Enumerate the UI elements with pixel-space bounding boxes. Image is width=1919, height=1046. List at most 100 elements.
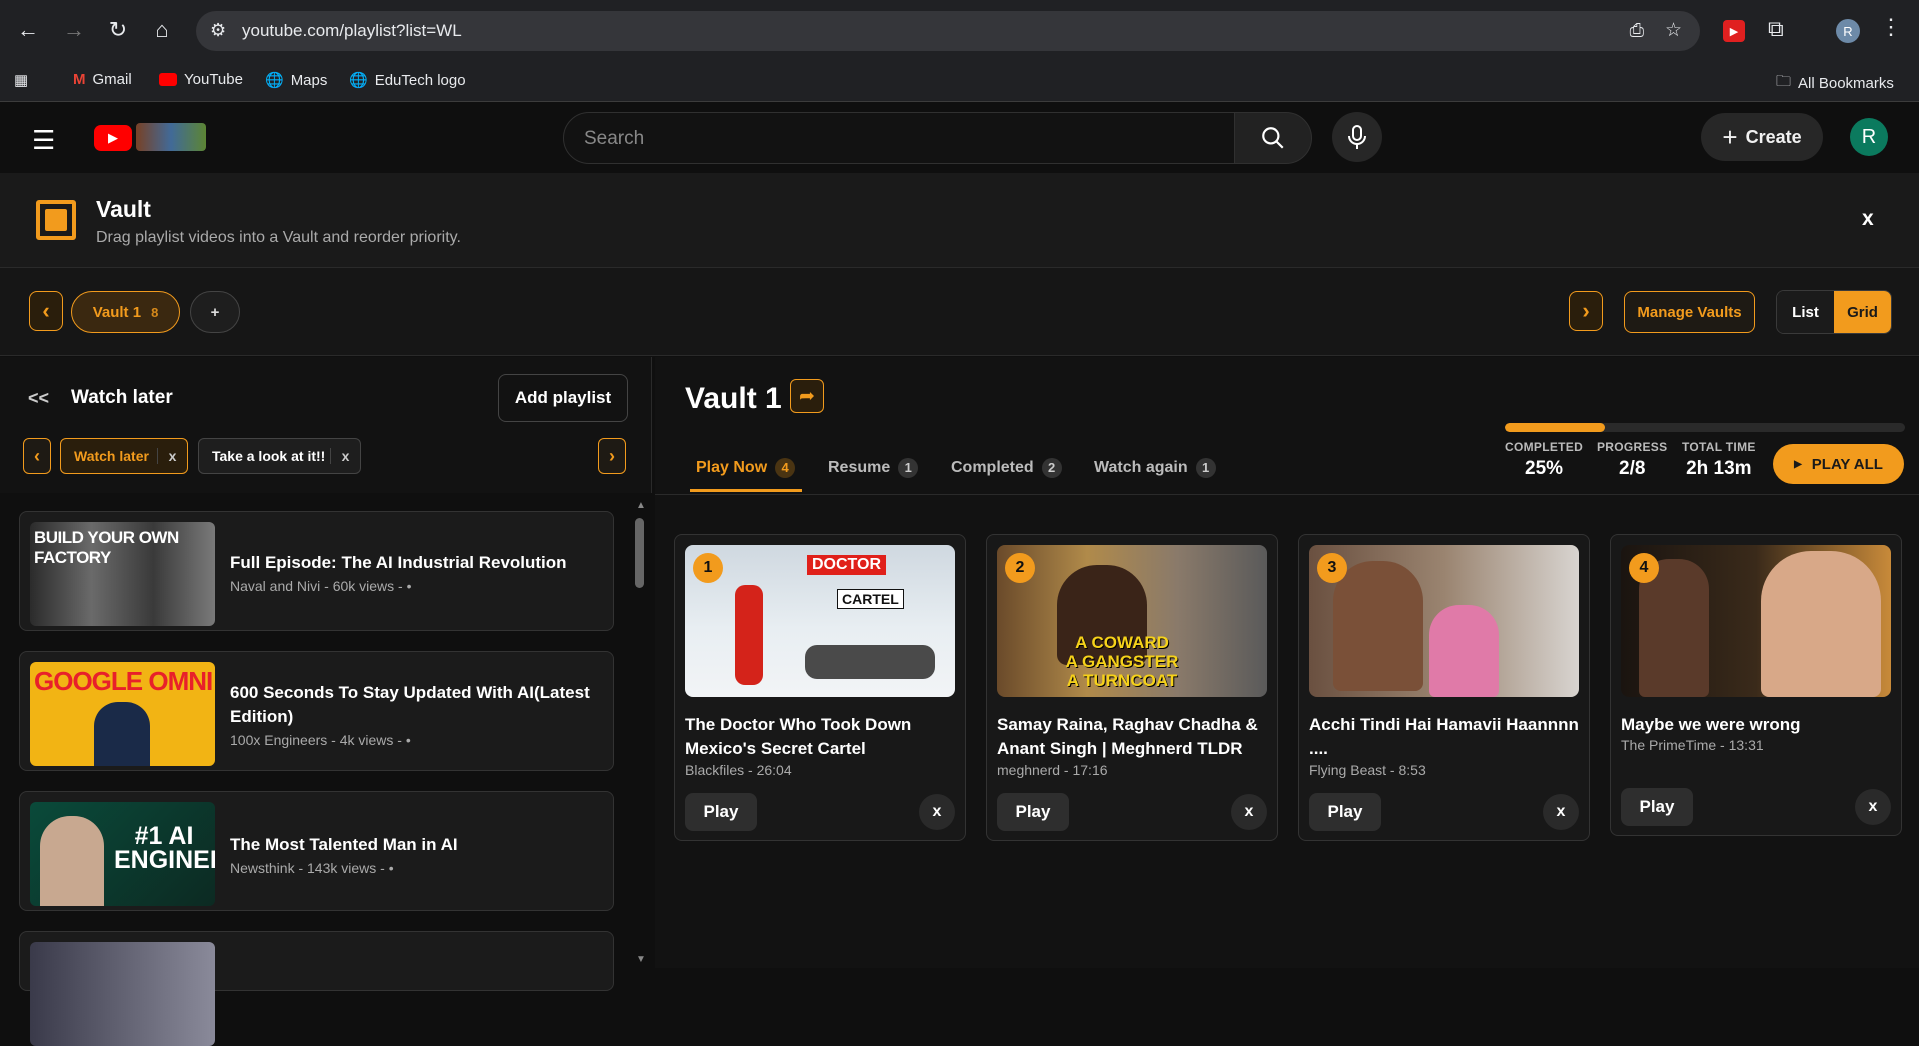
install-app-icon[interactable]: ⎙: [1630, 20, 1644, 41]
scroll-down-icon[interactable]: ▼: [636, 954, 646, 965]
manage-vaults-button[interactable]: Manage Vaults: [1624, 291, 1755, 333]
vault-card[interactable]: 3 Acchi Tindi Hai Hamavii Haannnn .... F…: [1298, 534, 1590, 841]
video-thumbnail: BUILD YOUR OWN FACTORY: [30, 522, 215, 626]
tab-completed[interactable]: Completed 2: [951, 458, 1062, 478]
youtube-header: ☰ ▶ Search + Create R: [0, 103, 1919, 173]
apps-grid-icon[interactable]: ▦: [14, 71, 28, 89]
forward-icon[interactable]: →: [56, 12, 92, 48]
chips-next-button[interactable]: ›: [598, 438, 626, 474]
vault-tab-active[interactable]: Vault 18: [71, 291, 180, 333]
voice-search-button[interactable]: [1332, 112, 1382, 162]
address-bar[interactable]: ⚙ youtube.com/playlist?list=WL ⎙ ☆: [196, 11, 1700, 51]
video-meta: Newsthink - 143k views - •: [230, 860, 394, 876]
url-text[interactable]: youtube.com/playlist?list=WL: [242, 21, 462, 41]
card-meta: meghnerd - 17:16: [997, 762, 1108, 778]
vault-next-button[interactable]: ›: [1569, 291, 1603, 331]
card-title[interactable]: Samay Raina, Raghav Chadha & Anant Singh…: [997, 713, 1272, 761]
doodle-logo[interactable]: [136, 123, 206, 151]
list-item[interactable]: GOOGLE OMNI 600 Seconds To Stay Updated …: [19, 651, 614, 771]
bookmark-maps[interactable]: 🌐 Maps: [265, 71, 327, 90]
search-button[interactable]: [1234, 112, 1312, 164]
play-button[interactable]: Play: [1621, 788, 1693, 826]
close-vault-button[interactable]: x: [1862, 207, 1874, 231]
account-avatar[interactable]: R: [1850, 118, 1888, 156]
microphone-icon: [1348, 125, 1366, 149]
home-icon[interactable]: ⌂: [144, 12, 180, 48]
vault-subtitle: Drag playlist videos into a Vault and re…: [96, 229, 461, 246]
plus-icon: +: [1722, 121, 1738, 152]
chips-prev-button[interactable]: ‹: [23, 438, 51, 474]
card-meta: The PrimeTime - 13:31: [1621, 737, 1764, 753]
chip-close-button[interactable]: x: [330, 448, 360, 464]
stat-completed: COMPLETED 25%: [1505, 440, 1584, 479]
chip-watch-later[interactable]: Watch later x: [60, 438, 188, 474]
play-button[interactable]: Play: [997, 793, 1069, 831]
vault-title: Vault: [96, 196, 151, 222]
video-thumbnail: 3: [1309, 545, 1579, 697]
bookmark-star-icon[interactable]: ☆: [1665, 19, 1682, 42]
tab-resume[interactable]: Resume 1: [828, 458, 919, 478]
tab-watch-again[interactable]: Watch again 1: [1094, 458, 1216, 478]
add-vault-button[interactable]: +: [190, 291, 240, 333]
scroll-up-icon[interactable]: ▲: [636, 500, 646, 511]
vault-card[interactable]: DOCTOR CARTEL 1 The Doctor Who Took Down…: [674, 534, 966, 841]
list-item[interactable]: #1 AI ENGINEER The Most Talented Man in …: [19, 791, 614, 911]
vault-prev-button[interactable]: ‹: [29, 291, 63, 331]
queue-number-badge: 2: [1005, 553, 1035, 583]
remove-button[interactable]: x: [1543, 794, 1579, 830]
chip-take-a-look[interactable]: Take a look at it!! x: [198, 438, 361, 474]
stat-progress: PROGRESS 2/8: [1597, 440, 1668, 479]
collapse-sidebar-button[interactable]: <<: [28, 388, 49, 409]
share-icon[interactable]: ➦: [790, 379, 824, 413]
card-title[interactable]: Acchi Tindi Hai Hamavii Haannnn ....: [1309, 713, 1584, 761]
create-button[interactable]: + Create: [1701, 113, 1823, 161]
search-icon: [1262, 127, 1284, 149]
site-settings-icon[interactable]: ⚙: [210, 20, 226, 41]
queue-number-badge: 3: [1317, 553, 1347, 583]
sidebar-scrollbar[interactable]: ▲ ▼: [634, 500, 646, 968]
add-playlist-button[interactable]: Add playlist: [498, 374, 628, 422]
remove-button[interactable]: x: [1855, 789, 1891, 825]
vault-content-title: Vault 1: [685, 382, 782, 415]
all-bookmarks[interactable]: 🗀 All Bookmarks: [1776, 71, 1894, 96]
hamburger-menu-icon[interactable]: ☰: [32, 125, 55, 156]
tab-play-now[interactable]: Play Now 4: [696, 458, 796, 478]
grid-view-button[interactable]: Grid: [1834, 291, 1891, 333]
remove-button[interactable]: x: [1231, 794, 1267, 830]
progress-fill: [1505, 423, 1605, 432]
video-title[interactable]: The Most Talented Man in AI: [230, 833, 600, 857]
profile-avatar[interactable]: R: [1836, 19, 1860, 43]
browser-toolbar: ← → ↻ ⌂ ⚙ youtube.com/playlist?list=WL ⎙…: [0, 0, 1919, 62]
card-title[interactable]: The Doctor Who Took Down Mexico's Secret…: [685, 713, 960, 761]
chip-close-button[interactable]: x: [157, 448, 187, 464]
search-input[interactable]: Search: [563, 112, 1235, 164]
extensions-icon[interactable]: ⧉: [1768, 16, 1784, 42]
bookmark-youtube[interactable]: YouTube: [159, 71, 243, 88]
play-button[interactable]: Play: [1309, 793, 1381, 831]
video-title[interactable]: 600 Seconds To Stay Updated With AI(Late…: [230, 681, 600, 729]
list-view-button[interactable]: List: [1777, 291, 1834, 333]
youtube-logo[interactable]: ▶: [94, 125, 132, 151]
active-tab-indicator: [690, 489, 802, 492]
stat-total-time: TOTAL TIME 2h 13m: [1682, 440, 1756, 479]
scrollbar-thumb[interactable]: [635, 518, 644, 588]
bookmark-gmail[interactable]: M Gmail: [73, 71, 132, 88]
play-all-button[interactable]: ▶ PLAY ALL: [1773, 444, 1904, 484]
card-title[interactable]: Maybe we were wrong: [1621, 713, 1896, 737]
back-icon[interactable]: ←: [10, 12, 46, 48]
play-button[interactable]: Play: [685, 793, 757, 831]
video-meta: 100x Engineers - 4k views - •: [230, 732, 411, 748]
video-title[interactable]: Full Episode: The AI Industrial Revoluti…: [230, 551, 600, 575]
queue-number-badge: 4: [1629, 553, 1659, 583]
vault-card[interactable]: A COWARD A GANGSTER A TURNCOAT 2 Samay R…: [986, 534, 1278, 841]
reload-icon[interactable]: ↻: [100, 12, 136, 48]
remove-button[interactable]: x: [919, 794, 955, 830]
list-item[interactable]: [19, 931, 614, 1046]
bookmark-edutech[interactable]: 🌐 EduTech logo: [349, 71, 466, 90]
youtube-extension-icon[interactable]: ▶: [1723, 20, 1745, 42]
video-thumbnail: 4: [1621, 545, 1891, 697]
more-menu-icon[interactable]: ⋮: [1880, 14, 1902, 40]
vault-card[interactable]: 4 Maybe we were wrong The PrimeTime - 13…: [1610, 534, 1902, 836]
play-icon: ▶: [1794, 458, 1802, 470]
list-item[interactable]: BUILD YOUR OWN FACTORY Full Episode: The…: [19, 511, 614, 631]
